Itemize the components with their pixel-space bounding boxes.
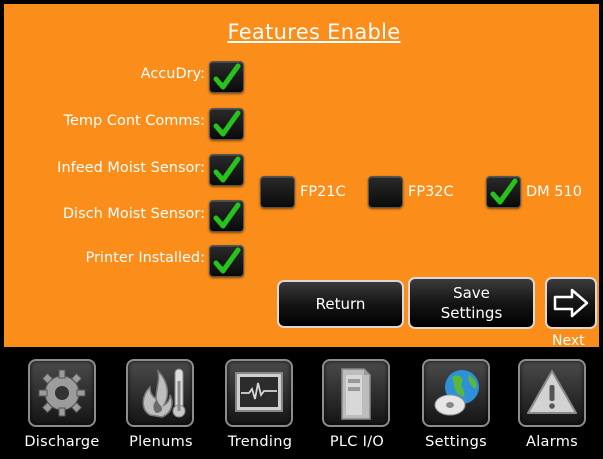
nav-discharge-label: Discharge xyxy=(24,434,100,450)
save-settings-label-line2: Settings xyxy=(440,304,503,322)
nav-alarms-button[interactable] xyxy=(518,359,586,427)
nav-discharge-button[interactable] xyxy=(28,359,96,427)
page-title: Features Enable xyxy=(227,20,401,44)
feature-label-infeed-moist-sensor: Infeed Moist Sensor: xyxy=(57,160,205,176)
feature-label-accudry: AccuDry: xyxy=(140,66,205,82)
bottom-nav: Discharge Plenums Trending PLC I/O Setti… xyxy=(0,351,603,459)
feature-label-printer-installed: Printer Installed: xyxy=(85,250,205,266)
dm510-checkbox[interactable] xyxy=(486,176,521,208)
next-label: Next xyxy=(552,333,585,349)
globe-disc-icon xyxy=(434,370,479,416)
save-settings-label-line1: Save xyxy=(453,283,490,302)
nav-plc-io-label: PLC I/O xyxy=(329,434,385,450)
return-button[interactable]: Return xyxy=(277,280,404,328)
checkmark-icon xyxy=(213,247,241,274)
nav-plc-io-button[interactable] xyxy=(322,359,390,427)
feature-label-disch-moist-sensor: Disch Moist Sensor: xyxy=(62,206,205,222)
warning-icon xyxy=(527,370,577,414)
arrow-right-icon xyxy=(553,288,589,318)
fp32c-label: FP32C xyxy=(408,184,454,200)
nav-settings-button[interactable] xyxy=(422,359,490,427)
plc-module-icon xyxy=(341,368,371,420)
nav-settings-label: Settings xyxy=(425,434,487,450)
features-panel: Features Enable AccuDry: Temp Cont Comms… xyxy=(4,4,599,349)
nav-alarms-label: Alarms xyxy=(525,434,579,450)
nav-plenums-label: Plenums xyxy=(129,434,193,450)
next-button[interactable] xyxy=(545,277,597,329)
infeed-moist-sensor-checkbox[interactable] xyxy=(209,154,244,186)
dm510-label: DM 510 xyxy=(526,184,582,200)
nav-trending-label: Trending xyxy=(227,434,293,450)
fp21c-checkbox[interactable] xyxy=(260,176,295,208)
temp-cont-comms-checkbox[interactable] xyxy=(209,108,244,140)
disch-moist-sensor-checkbox[interactable] xyxy=(209,200,244,232)
checkmark-icon xyxy=(213,63,241,90)
checkmark-icon xyxy=(213,202,241,229)
printer-installed-checkbox[interactable] xyxy=(209,245,244,277)
checkmark-icon xyxy=(213,156,241,183)
flame-thermometer-icon xyxy=(142,368,186,418)
return-button-label: Return xyxy=(315,294,366,313)
nav-plenums-button[interactable] xyxy=(126,359,194,427)
nav-trending-button[interactable] xyxy=(225,359,293,427)
save-settings-button[interactable]: Save Settings xyxy=(408,277,535,329)
feature-label-temp-cont-comms: Temp Cont Comms: xyxy=(63,113,205,129)
fp32c-checkbox[interactable] xyxy=(368,176,403,208)
checkmark-icon xyxy=(490,178,518,205)
accudry-checkbox[interactable] xyxy=(209,61,244,93)
fp21c-label: FP21C xyxy=(300,184,346,200)
gear-icon xyxy=(38,369,86,417)
checkmark-icon xyxy=(213,110,241,137)
trend-monitor-icon xyxy=(235,372,283,412)
